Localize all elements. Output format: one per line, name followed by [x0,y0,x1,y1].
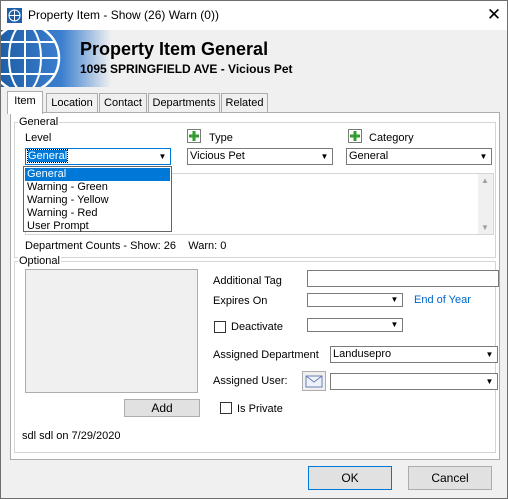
optional-image-area [25,269,198,393]
chevron-down-icon: ▼ [320,152,329,161]
green-plus-icon [350,131,360,141]
tab-location[interactable]: Location [46,93,98,112]
window-title: Property Item - Show (26) Warn (0)) [28,8,219,22]
chevron-down-icon: ▼ [485,377,494,386]
cancel-button[interactable]: Cancel [408,466,492,490]
level-label: Level [25,132,52,144]
chevron-down-icon: ▼ [390,295,399,304]
level-option[interactable]: General [25,168,170,181]
is-private-label: Is Private [237,403,283,415]
additional-tag-input[interactable] [307,270,499,287]
category-combo[interactable]: General ▼ [346,148,492,165]
item-tab-panel: General Level General ▼ Type Vicious Pet… [10,112,500,460]
chevron-down-icon: ▼ [479,152,488,161]
ok-button[interactable]: OK [308,466,392,490]
level-option[interactable]: Warning - Green [25,181,170,194]
department-counts: Department Counts - Show: 26 Warn: 0 [25,240,227,252]
level-value: General [26,149,69,163]
add-category-button[interactable] [348,129,362,143]
is-private-checkbox[interactable] [220,402,232,414]
envelope-icon [305,375,323,388]
type-combo[interactable]: Vicious Pet ▼ [187,148,333,165]
tab-item[interactable]: Item [7,91,43,114]
assigned-department-value: Landusepro [333,348,392,360]
type-label: Type [209,132,233,144]
audit-text: sdl sdl on 7/29/2020 [22,430,121,442]
level-combo[interactable]: General ▼ [25,148,171,165]
level-option[interactable]: Warning - Red [25,207,170,220]
expires-on-combo[interactable]: ▼ [307,293,403,307]
assigned-department-label: Assigned Department [213,349,319,361]
chevron-down-icon: ▼ [158,152,167,161]
add-button[interactable]: Add [124,399,200,417]
description-scrollbar[interactable]: ▲ ▼ [478,174,493,234]
tab-related[interactable]: Related [221,93,268,112]
scroll-down-icon[interactable]: ▼ [481,223,489,232]
level-option[interactable]: User Prompt [25,220,170,233]
assigned-department-combo[interactable]: Landusepro ▼ [330,346,498,363]
property-item-dialog: Property Item - Show (26) Warn (0)) ✕ Pr… [0,0,508,499]
type-value: Vicious Pet [190,150,245,162]
chevron-down-icon: ▼ [485,350,494,359]
add-type-button[interactable] [187,129,201,143]
green-plus-icon [189,131,199,141]
end-of-year-link[interactable]: End of Year [414,294,471,306]
chevron-down-icon: ▼ [390,320,399,329]
deactivate-label: Deactivate [231,321,283,333]
deactivate-date-combo[interactable]: ▼ [307,318,403,332]
header-banner: Property Item General 1095 SPRINGFIELD A… [1,30,507,87]
tab-contact[interactable]: Contact [99,93,147,112]
banner-title: Property Item General [80,39,269,59]
category-value: General [349,150,389,162]
level-dropdown-list[interactable]: General Warning - Green Warning - Yellow… [23,166,172,232]
deactivate-checkbox[interactable] [214,321,226,333]
optional-group-label: Optional [18,255,61,267]
scroll-up-icon[interactable]: ▲ [481,176,489,185]
close-button[interactable]: ✕ [481,2,507,28]
assigned-user-label: Assigned User: [213,375,288,387]
category-label: Category [369,132,414,144]
general-group-label: General [18,116,60,128]
additional-tag-label: Additional Tag [213,275,282,287]
banner-subtitle: 1095 SPRINGFIELD AVE - Vicious Pet [80,62,293,76]
email-user-button[interactable] [302,371,326,391]
tab-departments[interactable]: Departments [148,93,220,112]
app-globe-icon [7,8,22,23]
close-icon: ✕ [486,5,502,24]
expires-on-label: Expires On [213,295,268,307]
title-bar: Property Item - Show (26) Warn (0)) ✕ [1,1,507,30]
assigned-user-combo[interactable]: ▼ [330,373,498,390]
level-option[interactable]: Warning - Yellow [25,194,170,207]
